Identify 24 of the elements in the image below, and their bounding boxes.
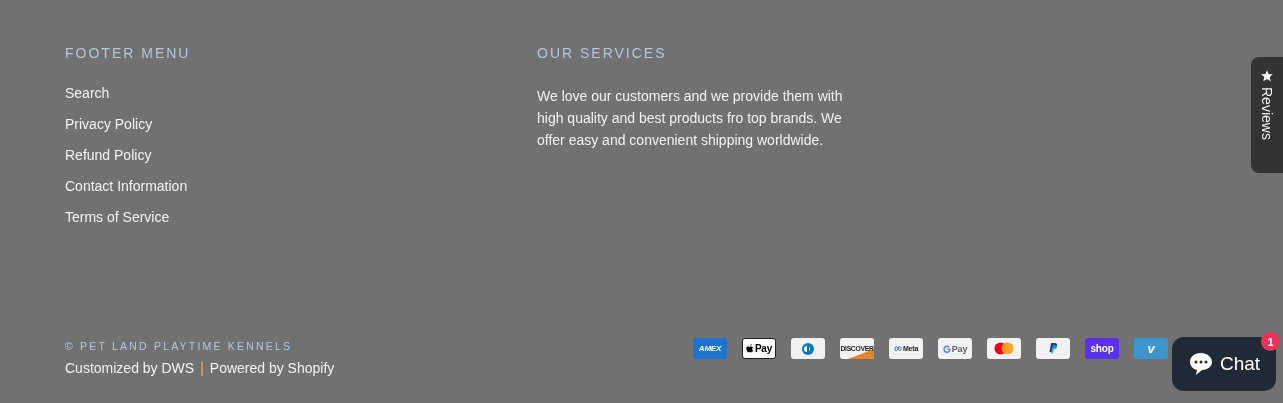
diners-card-icon [791, 338, 825, 359]
copyright-text: © PET LAND PLAYTIME KENNELS [65, 340, 294, 352]
powered-by-link[interactable]: Powered by Shopify [209, 360, 335, 376]
footer-link[interactable]: Privacy Policy [65, 116, 153, 132]
footer-link[interactable]: Contact Information [65, 178, 188, 194]
footer-menu-heading: FOOTER MENU [65, 45, 192, 61]
venmo-card-icon: v [1134, 338, 1168, 359]
star-icon [1260, 69, 1274, 83]
services-heading: OUR SERVICES [537, 45, 668, 61]
paypal-card-icon [1036, 338, 1070, 359]
services-text: We love our customers and we provide them with high quality and best products fro top brands. We offer easy and convenient shipping worldwide. [537, 87, 844, 150]
notification-badge: 1 [1261, 332, 1280, 351]
chat-bubble-icon [1187, 351, 1214, 377]
amex-card-icon: AMEX [693, 338, 727, 359]
separator: | [200, 360, 204, 378]
apple-pay-card-icon: Pay [742, 338, 776, 359]
google-pay-card-icon: Pay [938, 338, 972, 359]
footer-link[interactable]: Terms of Service [65, 209, 170, 225]
footer-link[interactable]: Refund Policy [65, 147, 152, 163]
reviews-tab[interactable]: Reviews [1251, 57, 1283, 173]
shop-pay-card-icon: shop [1085, 338, 1119, 359]
mastercard-card-icon [987, 338, 1021, 359]
footer-link[interactable]: Search [65, 85, 110, 101]
customized-by-link[interactable]: Customized by DWS [65, 360, 195, 376]
